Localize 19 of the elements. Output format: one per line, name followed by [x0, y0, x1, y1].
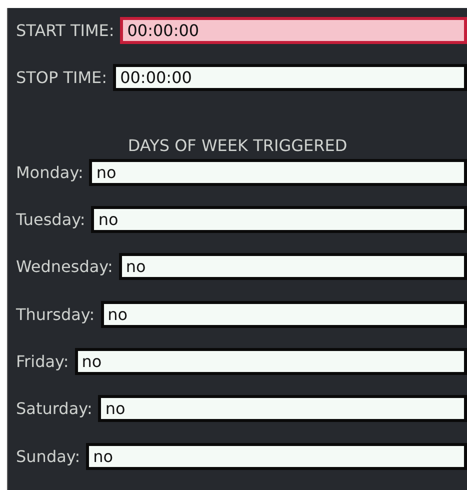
day-field[interactable]: no — [98, 395, 467, 422]
field-label: Friday: — [16, 352, 69, 372]
day-field[interactable]: no — [91, 206, 467, 234]
time-field[interactable]: 00:00:00 — [120, 17, 467, 44]
field-label: Sunday: — [16, 446, 80, 466]
field-label: STOP TIME: — [16, 68, 108, 88]
field-label: Tuesday: — [16, 210, 86, 230]
day-field[interactable]: no — [89, 158, 467, 186]
time-field[interactable]: 00:00:00 — [113, 64, 467, 92]
field-label: Wednesday: — [16, 257, 113, 276]
section-heading: DAYS OF WEEK TRIGGERED — [126, 136, 348, 155]
field-label: Thursday: — [16, 304, 95, 324]
day-field[interactable]: no — [86, 442, 467, 470]
field-label: START TIME: — [16, 21, 114, 40]
field-label: Saturday: — [16, 399, 92, 418]
day-field[interactable]: no — [74, 348, 467, 376]
day-field[interactable]: no — [118, 253, 467, 280]
day-field[interactable]: no — [100, 300, 467, 328]
field-label: Monday: — [16, 162, 84, 182]
